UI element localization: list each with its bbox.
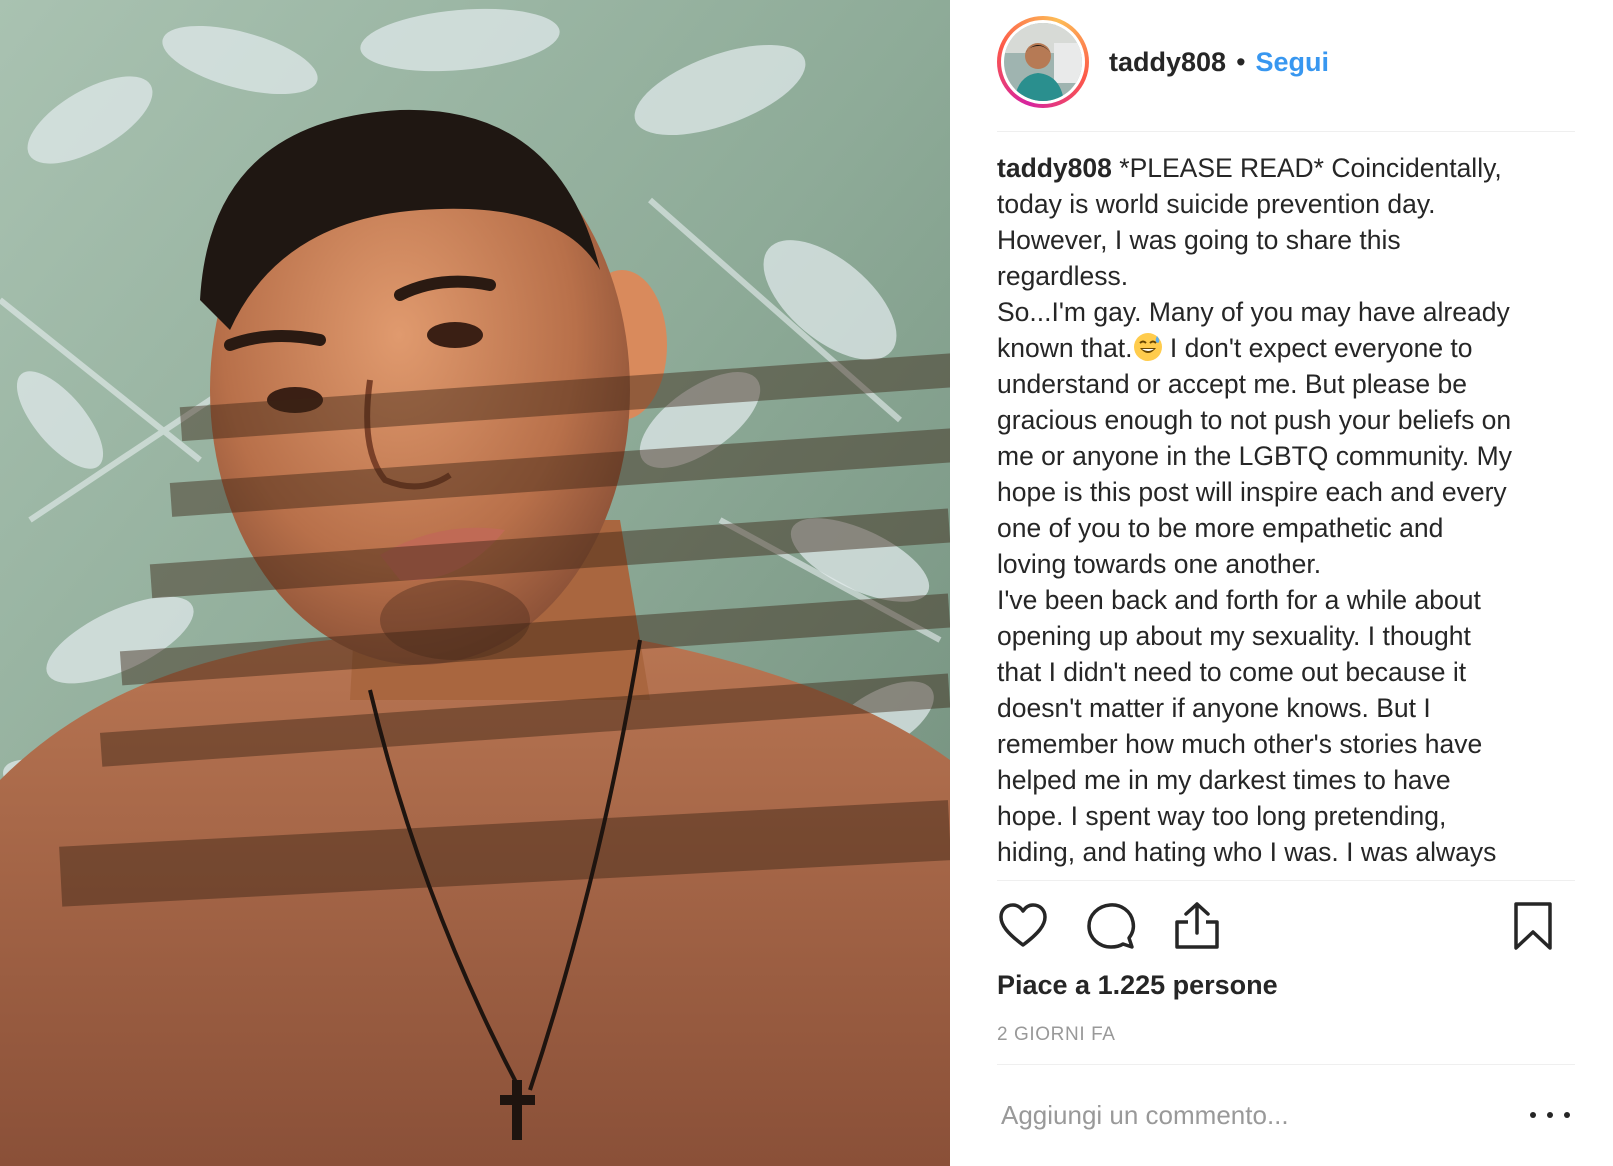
action-bar (997, 900, 1577, 952)
caption-line: gracious enough to not push your beliefs… (997, 405, 1512, 435)
instagram-post: taddy808 • Segui taddy808 *PLEASE READ* … (0, 0, 1613, 1166)
header-username[interactable]: taddy808 (1109, 47, 1226, 78)
caption-text: I don't expect everyone to (1162, 333, 1473, 363)
more-options-button[interactable] (1530, 1100, 1570, 1130)
caption-line: helped me in my darkest times to have (997, 765, 1451, 795)
caption-line: hiding, and hating who I was. I was alwa… (997, 837, 1497, 867)
post-caption: taddy808 *PLEASE READ* Coincidentally, t… (997, 150, 1577, 875)
post-side-panel: taddy808 • Segui taddy808 *PLEASE READ* … (950, 0, 1613, 1166)
caption-line: understand or accept me. But please be (997, 369, 1467, 399)
heart-icon (999, 903, 1047, 947)
post-header: taddy808 • Segui (997, 8, 1329, 116)
save-button[interactable] (1507, 900, 1559, 952)
header-divider (997, 131, 1575, 132)
caption-line: So...I'm gay. Many of you may have alrea… (997, 297, 1510, 327)
caption-line: that I didn't need to come out because i… (997, 657, 1467, 687)
comment-divider (997, 1064, 1575, 1065)
avatar-image (1004, 23, 1082, 101)
like-button[interactable] (997, 900, 1049, 952)
comment-button[interactable] (1085, 900, 1137, 952)
caption-line: opening up about my sexuality. I thought (997, 621, 1471, 651)
follow-button[interactable]: Segui (1256, 47, 1330, 78)
caption-line: hope. I spent way too long pretending, (997, 801, 1447, 831)
caption-line: However, I was going to share this (997, 225, 1401, 255)
caption-text: *PLEASE READ* Coincidentally, (1119, 153, 1502, 183)
comment-input[interactable] (997, 1090, 1511, 1140)
caption-line: I've been back and forth for a while abo… (997, 585, 1481, 615)
caption-line: known that. I don't expect everyone to (997, 330, 1577, 366)
caption-line: hope is this post will inspire each and … (997, 477, 1507, 507)
caption-line: loving towards one another. (997, 549, 1322, 579)
header-separator: • (1236, 46, 1246, 77)
caption-line: today is world suicide prevention day. (997, 189, 1436, 219)
caption-line: doesn't matter if anyone knows. But I (997, 693, 1431, 723)
caption-line: one of you to be more empathetic and (997, 513, 1444, 543)
bookmark-icon (1514, 902, 1552, 950)
selfie-image (0, 0, 950, 1166)
more-options-icon (1547, 1112, 1553, 1118)
post-timestamp[interactable]: 2 GIORNI FA (997, 1024, 1116, 1046)
caption-line: taddy808 *PLEASE READ* Coincidentally, (997, 150, 1577, 186)
caption-username[interactable]: taddy808 (997, 153, 1112, 183)
likes-count[interactable]: Piace a 1.225 persone (997, 970, 1278, 1001)
comment-bubble-icon (1087, 903, 1136, 949)
avatar[interactable] (997, 16, 1089, 108)
more-options-icon (1564, 1112, 1570, 1118)
sweat-smile-emoji-icon (1133, 333, 1162, 361)
avatar-border (1001, 20, 1085, 104)
post-photo[interactable] (0, 0, 950, 1166)
caption-line: me or anyone in the LGBTQ community. My (997, 441, 1512, 471)
share-button[interactable] (1171, 900, 1223, 952)
caption-line: regardless. (997, 261, 1129, 291)
share-upload-icon (1175, 902, 1219, 949)
caption-divider (997, 880, 1575, 881)
caption-text: known that. (997, 333, 1133, 363)
caption-line: remember how much other's stories have (997, 729, 1483, 759)
more-options-icon (1530, 1112, 1536, 1118)
